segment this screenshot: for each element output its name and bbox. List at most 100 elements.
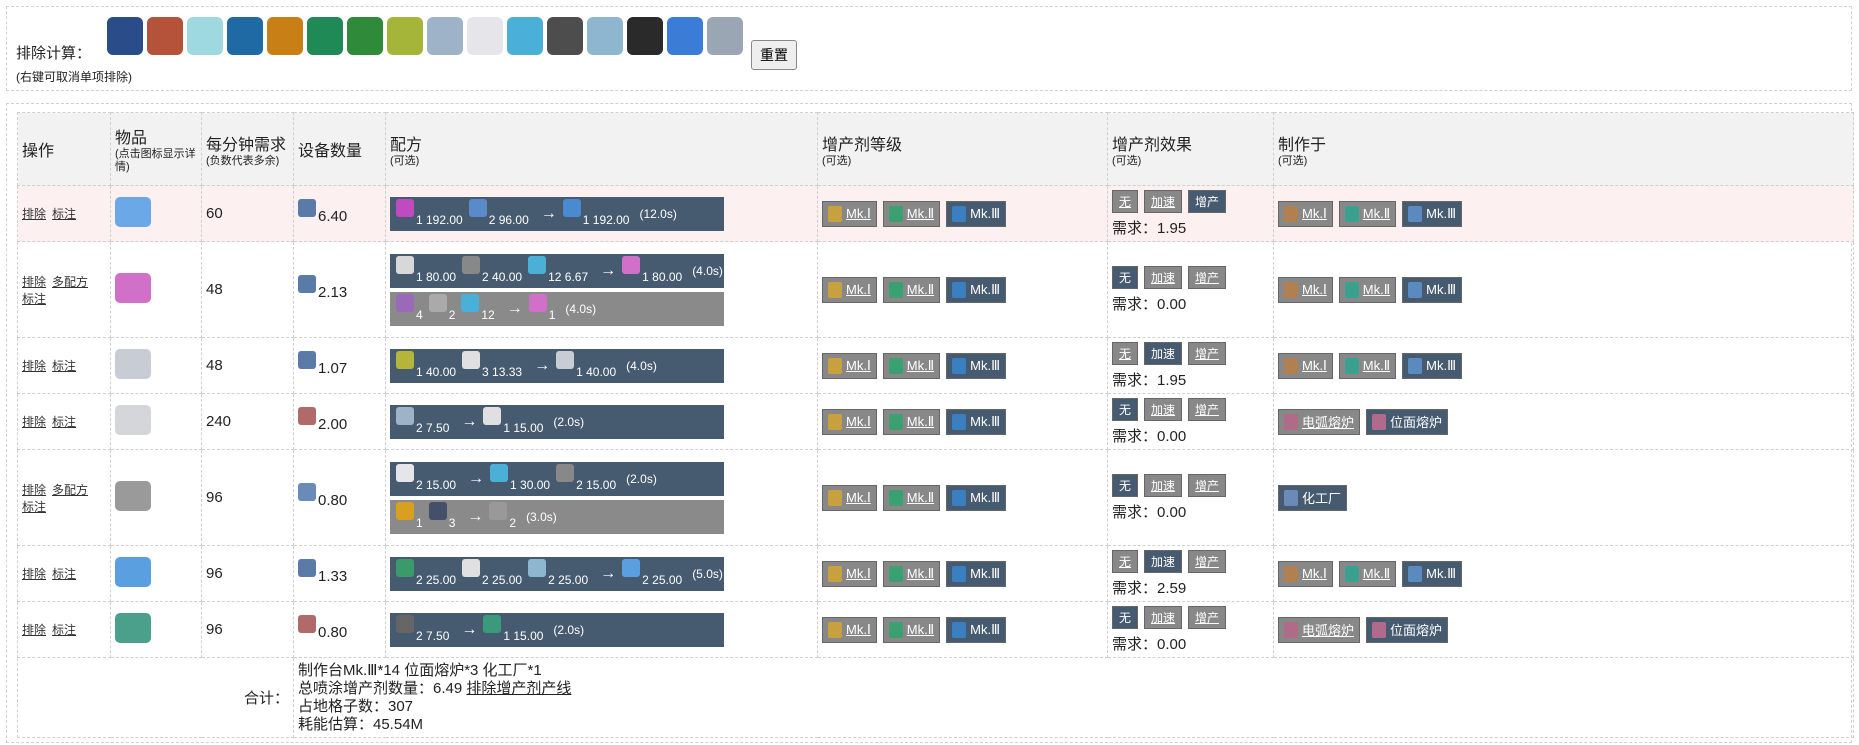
exclude-link[interactable]: 排除 bbox=[22, 483, 46, 497]
proliferator-mk2-button[interactable]: Mk.Ⅱ bbox=[882, 408, 941, 435]
assembler-mk2-button[interactable]: Mk.Ⅱ bbox=[1338, 560, 1397, 587]
item-icon[interactable] bbox=[115, 480, 151, 511]
effect-speed-button[interactable]: 加速 bbox=[1144, 549, 1183, 573]
arc-smelter-button[interactable]: 电弧熔炉 bbox=[1278, 408, 1361, 435]
proliferator-mk2-button[interactable]: Mk.Ⅱ bbox=[882, 276, 941, 303]
effect-speed-button[interactable]: 加速 bbox=[1144, 265, 1183, 289]
plane-smelter-button[interactable]: 位面熔炉 bbox=[1366, 408, 1449, 435]
effect-none-button[interactable]: 无 bbox=[1112, 397, 1139, 421]
ore-cluster-icon[interactable] bbox=[107, 17, 143, 55]
assembler-mk3-button[interactable]: Mk.Ⅲ bbox=[1402, 276, 1463, 303]
alt-recipe[interactable]: 1 3 → 2 (3.0s) bbox=[390, 499, 724, 534]
proliferator-mk3-button[interactable]: Mk.Ⅲ bbox=[946, 408, 1007, 435]
recipe[interactable]: 2 25.00 2 25.00 2 25.00 → 2 25.00 (5.0s) bbox=[390, 556, 724, 591]
item-icon[interactable] bbox=[115, 612, 151, 643]
effect-speed-button[interactable]: 加速 bbox=[1144, 397, 1183, 421]
blue-plate-icon[interactable] bbox=[667, 17, 703, 55]
proliferator-mk1-button[interactable]: Mk.Ⅰ bbox=[822, 484, 877, 511]
proliferator-mk1-button[interactable]: Mk.Ⅰ bbox=[822, 408, 877, 435]
item-icon[interactable] bbox=[115, 556, 151, 587]
proliferator-mk3-button[interactable]: Mk.Ⅲ bbox=[946, 200, 1007, 227]
assembler-mk2-button[interactable]: Mk.Ⅱ bbox=[1338, 276, 1397, 303]
recipe[interactable]: 1 192.00 2 96.00 → 1 192.00 (12.0s) bbox=[390, 196, 724, 231]
coal-icon[interactable] bbox=[627, 17, 663, 55]
water-drop-icon[interactable] bbox=[587, 17, 623, 55]
proliferator-mk2-button[interactable]: Mk.Ⅱ bbox=[882, 352, 941, 379]
proliferator-mk3-button[interactable]: Mk.Ⅲ bbox=[946, 616, 1007, 643]
effect-speed-button[interactable]: 加速 bbox=[1144, 189, 1183, 213]
proliferator-mk3-button[interactable]: Mk.Ⅲ bbox=[946, 484, 1007, 511]
recipe[interactable]: 2 7.50 → 1 15.00 (2.0s) bbox=[390, 404, 724, 439]
effect-prod-button[interactable]: 增产 bbox=[1188, 341, 1227, 365]
effect-prod-button[interactable]: 增产 bbox=[1188, 473, 1227, 497]
effect-speed-button[interactable]: 加速 bbox=[1144, 341, 1183, 365]
assembler-mk3-button[interactable]: Mk.Ⅲ bbox=[1402, 200, 1463, 227]
green-ore-icon[interactable] bbox=[347, 17, 383, 55]
recipe[interactable]: 2 15.00 → 1 30.00 2 15.00 (2.0s) bbox=[390, 461, 724, 496]
effect-prod-button[interactable]: 增产 bbox=[1188, 549, 1227, 573]
multi-recipe-link[interactable]: 多配方 bbox=[52, 483, 88, 497]
arc-smelter-button[interactable]: 电弧熔炉 bbox=[1278, 616, 1361, 643]
assembler-mk3-button[interactable]: Mk.Ⅲ bbox=[1402, 560, 1463, 587]
effect-prod-button[interactable]: 增产 bbox=[1188, 189, 1227, 213]
effect-prod-button[interactable]: 增产 bbox=[1188, 605, 1227, 629]
proliferator-mk1-button[interactable]: Mk.Ⅰ bbox=[822, 276, 877, 303]
assembler-mk2-button[interactable]: Mk.Ⅱ bbox=[1338, 200, 1397, 227]
orb-icon[interactable] bbox=[507, 17, 543, 55]
plane-smelter-button[interactable]: 位面熔炉 bbox=[1366, 616, 1449, 643]
effect-prod-button[interactable]: 增产 bbox=[1188, 265, 1227, 289]
proliferator-mk1-button[interactable]: Mk.Ⅰ bbox=[822, 560, 877, 587]
exclude-link[interactable]: 排除 bbox=[22, 415, 46, 429]
mark-link[interactable]: 标注 bbox=[22, 500, 46, 514]
circuit-board-icon[interactable] bbox=[707, 17, 743, 55]
item-icon[interactable] bbox=[115, 196, 151, 227]
effect-speed-button[interactable]: 加速 bbox=[1144, 473, 1183, 497]
proliferator-mk3-button[interactable]: Mk.Ⅲ bbox=[946, 276, 1007, 303]
reset-button[interactable]: 重置 bbox=[751, 40, 797, 70]
assembler-mk1-button[interactable]: Mk.Ⅰ bbox=[1278, 276, 1333, 303]
assembler-mk3-button[interactable]: Mk.Ⅲ bbox=[1402, 352, 1463, 379]
effect-speed-button[interactable]: 加速 bbox=[1144, 605, 1183, 629]
red-crystal-icon[interactable] bbox=[147, 17, 183, 55]
effect-none-button[interactable]: 无 bbox=[1112, 473, 1139, 497]
item-icon[interactable] bbox=[115, 348, 151, 379]
assembler-mk1-button[interactable]: Mk.Ⅰ bbox=[1278, 352, 1333, 379]
exclude-link[interactable]: 排除 bbox=[22, 359, 46, 373]
recipe[interactable]: 1 40.00 3 13.33 → 1 40.00 (4.0s) bbox=[390, 348, 724, 383]
effect-prod-button[interactable]: 增产 bbox=[1188, 397, 1227, 421]
proliferator-mk2-button[interactable]: Mk.Ⅱ bbox=[882, 616, 941, 643]
blue-container-icon[interactable] bbox=[227, 17, 263, 55]
multi-recipe-link[interactable]: 多配方 bbox=[52, 275, 88, 289]
white-cube-icon[interactable] bbox=[467, 17, 503, 55]
mark-link[interactable]: 标注 bbox=[22, 292, 46, 306]
chemical-plant-button[interactable]: 化工厂 bbox=[1278, 484, 1348, 511]
proliferator-mk2-button[interactable]: Mk.Ⅱ bbox=[882, 200, 941, 227]
item-icon[interactable] bbox=[115, 272, 151, 303]
exclude-link[interactable]: 排除 bbox=[22, 207, 46, 221]
effect-none-button[interactable]: 无 bbox=[1112, 341, 1139, 365]
mark-link[interactable]: 标注 bbox=[52, 567, 76, 581]
assembler-mk1-button[interactable]: Mk.Ⅰ bbox=[1278, 560, 1333, 587]
recipe[interactable]: 1 80.00 2 40.00 12 6.67 → 1 80.00 (4.0s) bbox=[390, 253, 724, 288]
item-icon[interactable] bbox=[115, 404, 151, 435]
mark-link[interactable]: 标注 bbox=[52, 207, 76, 221]
silicon-ore-icon[interactable] bbox=[427, 17, 463, 55]
proliferator-mk1-button[interactable]: Mk.Ⅰ bbox=[822, 352, 877, 379]
proliferator-mk3-button[interactable]: Mk.Ⅲ bbox=[946, 560, 1007, 587]
assembler-mk1-button[interactable]: Mk.Ⅰ bbox=[1278, 200, 1333, 227]
mark-link[interactable]: 标注 bbox=[52, 415, 76, 429]
leaf-icon[interactable] bbox=[387, 17, 423, 55]
proliferator-mk2-button[interactable]: Mk.Ⅱ bbox=[882, 560, 941, 587]
effect-none-button[interactable]: 无 bbox=[1112, 189, 1139, 213]
effect-none-button[interactable]: 无 bbox=[1112, 605, 1139, 629]
recipe[interactable]: 2 7.50 → 1 15.00 (2.0s) bbox=[390, 612, 724, 647]
mark-link[interactable]: 标注 bbox=[52, 359, 76, 373]
exclude-link[interactable]: 排除 bbox=[22, 275, 46, 289]
proliferator-mk1-button[interactable]: Mk.Ⅰ bbox=[822, 616, 877, 643]
stone-icon[interactable] bbox=[547, 17, 583, 55]
effect-none-button[interactable]: 无 bbox=[1112, 549, 1139, 573]
exclude-link[interactable]: 排除 bbox=[22, 623, 46, 637]
exclude-link[interactable]: 排除 bbox=[22, 567, 46, 581]
assembler-mk2-button[interactable]: Mk.Ⅱ bbox=[1338, 352, 1397, 379]
exclude-proliferator-link[interactable]: 排除增产剂产线 bbox=[466, 680, 571, 697]
